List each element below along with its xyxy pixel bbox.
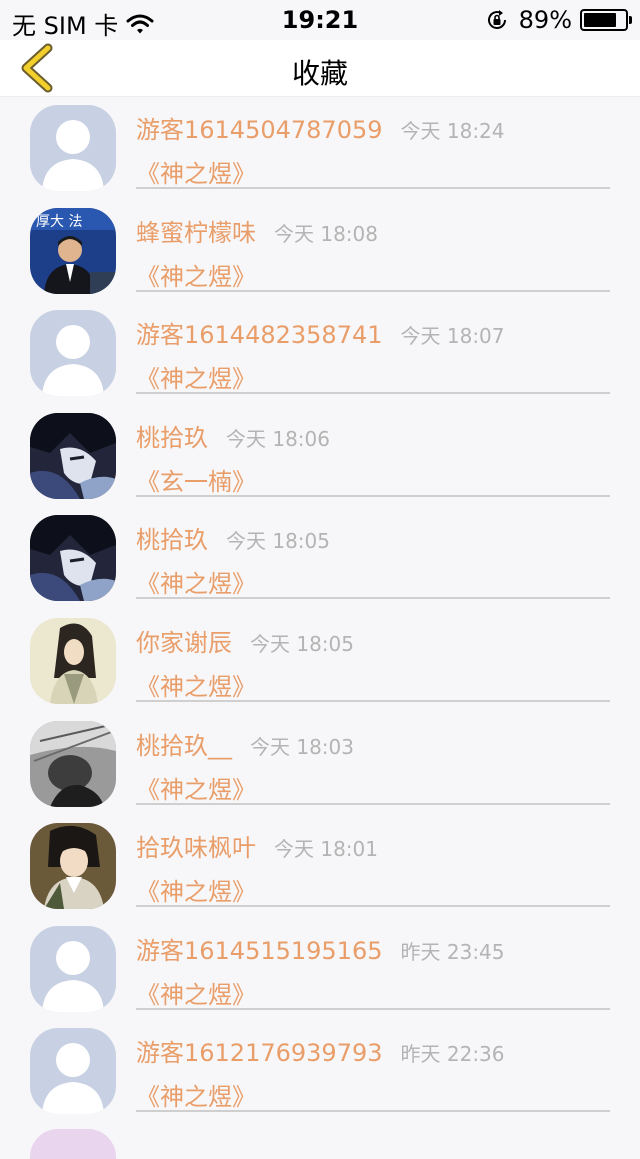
list-item[interactable]: 桃拾玖__ 今天 18:03 《神之煜》 [0, 712, 640, 815]
list-item[interactable]: 厚大 法 蜂蜜柠檬味 今天 18:08 《神之煜》 [0, 199, 640, 302]
user-name: 游客1614504787059 今天 18:24 [136, 110, 505, 145]
user-name-text: 桃拾玖 [136, 526, 208, 555]
avatar[interactable] [30, 720, 116, 807]
user-name-text: 桃拾玖__ [136, 731, 232, 760]
list-item[interactable]: 游客1612176939793 昨天 22:36 《神之煜》 [0, 1019, 640, 1122]
row-divider [136, 494, 610, 497]
user-name: 桃拾玖 今天 18:05 [136, 520, 330, 555]
book-title[interactable]: 《神之煜》 [136, 872, 256, 907]
battery-percent: 89% [518, 6, 572, 34]
user-name-text: 你家谢辰 [136, 628, 232, 657]
book-title[interactable]: 《神之煜》 [136, 667, 256, 702]
avatar[interactable] [30, 1028, 116, 1115]
rotation-lock-icon [487, 10, 506, 29]
list-item[interactable]: 你家谢辰 今天 18:05 《神之煜》 [0, 609, 640, 712]
user-name: 拾玖味枫叶 今天 18:01 [136, 828, 378, 863]
user-name: 游客1612176939793 昨天 22:36 [136, 1033, 505, 1068]
avatar[interactable] [30, 823, 116, 910]
battery-icon [580, 9, 632, 31]
status-right: 89% [485, 6, 632, 34]
avatar[interactable] [30, 105, 116, 191]
avatar[interactable] [30, 515, 116, 602]
nav-bar: 收藏 [0, 40, 640, 97]
book-title[interactable]: 《神之煜》 [136, 359, 256, 394]
row-divider [136, 699, 610, 702]
timestamp: 今天 18:05 [250, 631, 354, 656]
list-item[interactable]: 游客1614482358741 今天 18:07 《神之煜》 [0, 301, 640, 404]
user-name-text: 游客1614515195165 [136, 936, 383, 965]
book-title[interactable]: 《神之煜》 [136, 257, 256, 292]
user-name-text: 拾玖味枫叶 [136, 834, 256, 863]
timestamp: 今天 18:03 [250, 734, 354, 759]
user-name: 桃拾玖__ 今天 18:03 [136, 726, 354, 761]
user-name: 蜂蜜柠檬味 今天 18:08 [136, 213, 378, 248]
user-name: 你家谢辰 今天 18:05 [136, 623, 354, 658]
row-divider [136, 597, 610, 600]
status-bar: 无 SIM 卡 19:21 89% [0, 0, 640, 40]
book-title[interactable]: 《神之煜》 [136, 975, 256, 1010]
row-divider [136, 392, 610, 395]
book-title[interactable]: 《神之煜》 [136, 154, 256, 189]
timestamp: 今天 18:01 [274, 837, 378, 862]
timestamp: 今天 18:05 [226, 529, 330, 554]
avatar[interactable] [30, 310, 116, 397]
book-title[interactable]: 《神之煜》 [136, 770, 256, 805]
user-name-text: 桃拾玖 [136, 423, 208, 452]
avatar-partial [30, 1129, 116, 1159]
user-name-text: 游客1612176939793 [136, 1039, 383, 1068]
book-title[interactable]: 《玄一楠》 [136, 462, 256, 497]
list-item[interactable]: 游客1614515195165 昨天 23:45 《神之煜》 [0, 917, 640, 1020]
avatar[interactable] [30, 925, 116, 1012]
avatar[interactable] [30, 412, 116, 499]
timestamp: 今天 18:24 [400, 119, 505, 143]
timestamp: 今天 18:06 [226, 426, 330, 451]
row-divider [136, 187, 610, 189]
list-item[interactable]: 游客1614504787059 今天 18:24 《神之煜》 [0, 96, 640, 199]
page-title: 收藏 [291, 57, 348, 90]
timestamp: 今天 18:07 [400, 324, 505, 349]
row-divider [136, 905, 610, 908]
timestamp: 昨天 22:36 [400, 1042, 505, 1067]
list-item[interactable]: 拾玖味枫叶 今天 18:01 《神之煜》 [0, 814, 640, 917]
list-item[interactable]: 桃拾玖 今天 18:06 《玄一楠》 [0, 404, 640, 507]
row-divider [136, 802, 610, 805]
avatar[interactable] [30, 617, 116, 704]
user-name: 游客1614482358741 今天 18:07 [136, 315, 505, 350]
svg-text:厚大 法: 厚大 法 [36, 214, 82, 230]
avatar[interactable]: 厚大 法 [30, 207, 116, 294]
row-divider [136, 289, 610, 292]
user-name-text: 游客1614504787059 [136, 116, 383, 144]
battery-level [584, 13, 617, 27]
row-divider [136, 1007, 610, 1010]
book-title[interactable]: 《神之煜》 [136, 1077, 256, 1112]
timestamp: 今天 18:08 [274, 221, 378, 246]
book-title[interactable]: 《神之煜》 [136, 564, 256, 599]
user-name-text: 游客1614482358741 [136, 321, 383, 350]
list-item[interactable]: 桃拾玖 今天 18:05 《神之煜》 [0, 506, 640, 609]
user-name: 桃拾玖 今天 18:06 [136, 418, 330, 453]
battery-tip [629, 16, 632, 24]
timestamp: 昨天 23:45 [400, 939, 505, 964]
user-name-text: 蜂蜜柠檬味 [136, 218, 256, 247]
row-divider [136, 1110, 610, 1113]
user-name: 游客1614515195165 昨天 23:45 [136, 931, 505, 966]
favorites-list: 游客1614504787059 今天 18:24 《神之煜》 厚大 法蜂蜜柠檬味 今天 … [0, 96, 640, 1136]
